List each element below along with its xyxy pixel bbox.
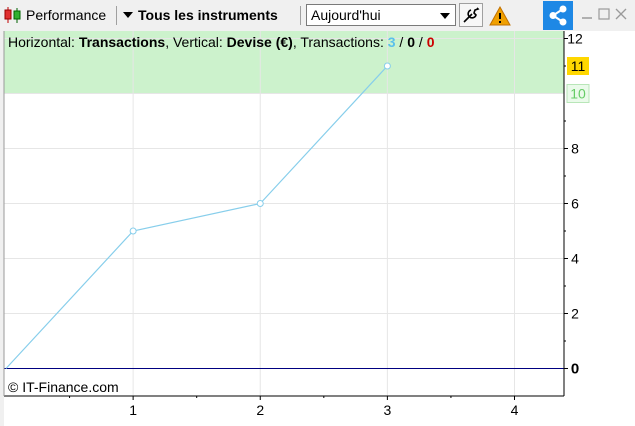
y-tick-label: 8 — [571, 141, 579, 157]
count-separator: / — [395, 34, 408, 50]
current-value-label: 11 — [571, 58, 586, 74]
data-point — [256, 200, 264, 207]
x-tick-label: 3 — [383, 402, 391, 418]
data-point — [383, 62, 391, 70]
copyright-label: © IT-Finance.com — [8, 379, 119, 395]
neutral-count: 0 — [407, 34, 416, 50]
horizontal-prefix: Horizontal: — [8, 34, 79, 50]
y-tick-label: 12 — [567, 31, 583, 47]
transactions-prefix: , Transactions: — [292, 34, 388, 50]
bottom-axis-area — [4, 396, 564, 426]
x-tick-label: 2 — [256, 402, 264, 418]
target-value-label: 10 — [570, 86, 586, 102]
count-separator: / — [415, 34, 427, 50]
x-tick-label: 1 — [129, 402, 137, 418]
vertical-prefix: , Vertical: — [165, 34, 227, 50]
losing-count: 0 — [426, 34, 435, 50]
horizontal-value: Transactions — [78, 34, 166, 50]
chart-header: Horizontal: Transactions, Vertical: Devi… — [8, 34, 434, 50]
y-tick-label: 0 — [571, 361, 579, 378]
y-tick-label: 2 — [571, 306, 579, 322]
winning-count: 3 — [387, 34, 396, 50]
data-point — [129, 227, 137, 235]
y-tick-label: 6 — [571, 196, 579, 212]
vertical-value: Devise (€) — [226, 34, 293, 50]
x-tick-label: 4 — [511, 402, 519, 418]
performance-chart: 0246812 1234 1110 — [3, 31, 635, 426]
y-tick-label: 4 — [571, 251, 579, 267]
